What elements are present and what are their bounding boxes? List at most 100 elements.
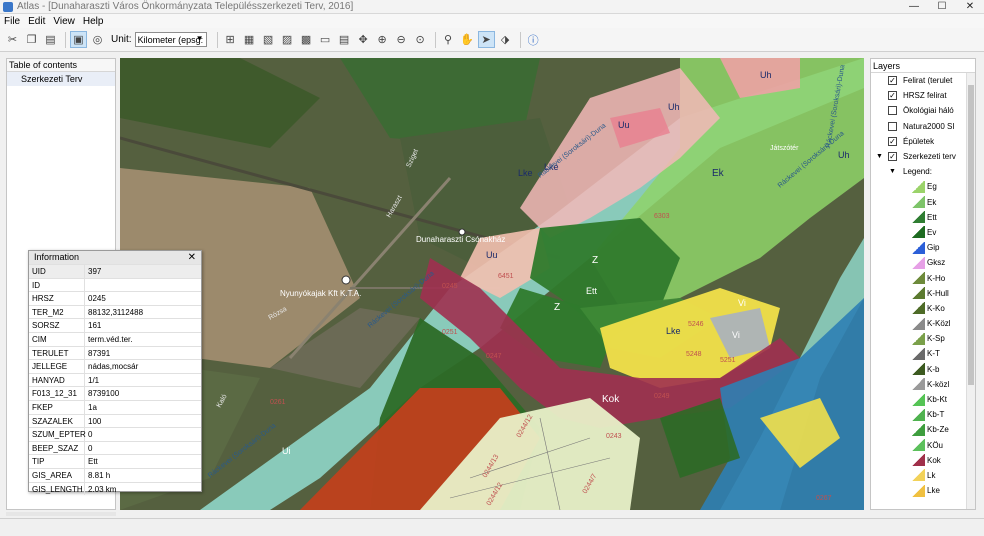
poi-marker-icon[interactable] (341, 275, 351, 285)
checkbox-icon[interactable]: ✓ (888, 152, 897, 162)
toc-item-szerkezeti-terv[interactable]: Szerkezeti Terv (7, 72, 115, 86)
layers-scrollbar[interactable] (966, 73, 975, 509)
layer-item[interactable]: ✓ HRSZ felirat (871, 88, 975, 103)
info-row[interactable]: GIS_LENGTH 2.03 km (29, 481, 201, 496)
layer-item[interactable]: ✓ Épületek (871, 134, 975, 149)
label-ui: Ui (282, 446, 291, 456)
info-value: 1/1 (88, 375, 100, 385)
minimize-button[interactable]: — (900, 0, 928, 14)
close-button[interactable]: ✕ (956, 0, 984, 14)
info-row[interactable]: SZAZALEK 100 (29, 413, 201, 428)
unit-select[interactable]: Kilometer (epsg: ▼ (134, 32, 207, 47)
legend-label: Ett (927, 212, 937, 222)
layer-item[interactable]: ▼ ✓ Szerkezeti terv (871, 149, 975, 164)
legend-label: K-b (927, 364, 940, 374)
checkbox-icon[interactable]: ✓ (888, 91, 897, 101)
toc-toggle-icon[interactable]: ▣ (70, 31, 87, 48)
info-row[interactable]: HANYAD 1/1 (29, 372, 201, 387)
layer-item[interactable]: Ökológiai háló (871, 103, 975, 118)
zoom-tool-icon[interactable]: ⚲ (440, 31, 457, 48)
info-row[interactable]: GIS_AREA 8.81 h (29, 467, 201, 482)
identify-icon[interactable]: ➤ (477, 31, 495, 48)
checkbox-icon[interactable] (888, 106, 897, 116)
info-key: CIM (29, 332, 85, 346)
menu-file[interactable]: File (0, 16, 24, 27)
globe-icon[interactable]: ◎ (89, 31, 106, 48)
legend-label: Kb-Kt (927, 395, 948, 405)
legend-swatch-icon (911, 363, 925, 376)
pan-hand-icon[interactable]: ✋ (459, 31, 476, 48)
expand-arrow-icon[interactable]: ▼ (889, 168, 896, 175)
layer-item[interactable]: ✓ Felirat (terulet (871, 73, 975, 88)
info-row[interactable]: ID (29, 277, 201, 292)
layer-remove-icon[interactable]: ▧ (260, 31, 277, 48)
layer-list: ✓ Felirat (terulet ✓ HRSZ felirat Ökológia… (871, 73, 975, 179)
label-uh: Uh (760, 70, 772, 80)
info-row[interactable]: BEEP_SZAZ 0 (29, 440, 201, 455)
info-value: 8739100 (88, 389, 120, 399)
layer-icon[interactable]: ▦ (241, 31, 258, 48)
info-row[interactable]: CIM term.véd.ter. (29, 331, 201, 346)
info-row[interactable]: TERULET 87391 (29, 345, 201, 360)
zoom-in-icon[interactable]: ⊕ (374, 31, 391, 48)
scrollbar-thumb[interactable] (968, 85, 974, 385)
menu-edit[interactable]: Edit (24, 16, 49, 27)
copy-icon[interactable]: ❐ (23, 31, 40, 48)
info-header[interactable]: Information ✕ (29, 251, 201, 264)
poi-marker-icon[interactable] (458, 228, 466, 236)
legend-item: Ek (871, 195, 975, 210)
add-layer-icon[interactable]: ⊞ (222, 31, 239, 48)
legend-label: Ek (927, 197, 937, 207)
info-icon[interactable]: ⓘ (525, 31, 542, 48)
zoom-layer-icon[interactable]: ⊙ (412, 31, 429, 48)
info-value: 88132,3112488 (88, 307, 144, 317)
export-icon[interactable]: ▤ (336, 31, 353, 48)
paste-icon[interactable]: ▤ (42, 31, 59, 48)
info-row[interactable]: JELLEGE nádas,mocsár (29, 359, 201, 373)
print-icon[interactable]: ▭ (317, 31, 334, 48)
cut-icon[interactable]: ✂ (4, 31, 21, 48)
legend-swatch-icon (911, 469, 925, 482)
info-key: JELLEGE (29, 360, 85, 373)
label-ek: Ek (712, 168, 725, 179)
checkbox-icon[interactable] (888, 121, 897, 131)
layer-item[interactable]: Natura2000 SI (871, 119, 975, 134)
menu-view[interactable]: View (49, 16, 79, 27)
map-canvas[interactable]: Ek Z Z Ett Lke Lke Lke Uu Uu Uh Uh Uh Vi… (120, 58, 864, 510)
maximize-button[interactable]: ☐ (928, 0, 956, 14)
legend-item: Lk (871, 468, 975, 483)
info-row[interactable]: TER_M2 88132,3112488 (29, 304, 201, 319)
info-row[interactable]: F013_12_31 8739100 (29, 386, 201, 400)
info-row[interactable]: SZUM_EPTER 0 (29, 427, 201, 441)
legend-item: Ev (871, 225, 975, 240)
legend-item: Lke (871, 483, 975, 498)
legend-item: K-b (871, 362, 975, 377)
label-vi: Vi (732, 330, 740, 340)
map-svg[interactable]: Ek Z Z Ett Lke Lke Lke Uu Uu Uh Uh Uh Vi… (120, 58, 864, 510)
expand-arrow-icon[interactable]: ▼ (876, 153, 883, 160)
full-extent-icon[interactable]: ✥ (355, 31, 372, 48)
checkbox-icon[interactable]: ✓ (888, 76, 897, 86)
save-layer-icon[interactable]: ▩ (298, 31, 315, 48)
info-value: nádas,mocsár (88, 362, 139, 372)
info-row[interactable]: FKEP 1a (29, 399, 201, 414)
legend-label: KÖu (927, 440, 944, 450)
checkbox-icon[interactable]: ✓ (888, 136, 897, 146)
menu-help[interactable]: Help (79, 16, 108, 27)
info-value: 0 (88, 443, 93, 453)
info-row[interactable]: HRSZ 0245 (29, 291, 201, 305)
legend-label: K-Ko (927, 303, 945, 313)
measure-icon[interactable]: ⬗ (497, 31, 514, 48)
info-key: SZAZALEK (29, 414, 85, 428)
close-icon[interactable]: ✕ (188, 251, 196, 264)
label-uh: Uh (838, 150, 850, 160)
layer-props-icon[interactable]: ▨ (279, 31, 296, 48)
info-row[interactable]: TIP Ett (29, 454, 201, 468)
info-row[interactable]: SORSZ 161 (29, 318, 201, 332)
parcel-number: 5246 (688, 321, 704, 328)
info-row[interactable]: UID 397 (29, 264, 201, 278)
zoom-out-icon[interactable]: ⊖ (393, 31, 410, 48)
toolbar-separator (65, 31, 66, 48)
toc-scrollbar[interactable] (6, 512, 116, 516)
legend-label: Kok (927, 455, 941, 465)
